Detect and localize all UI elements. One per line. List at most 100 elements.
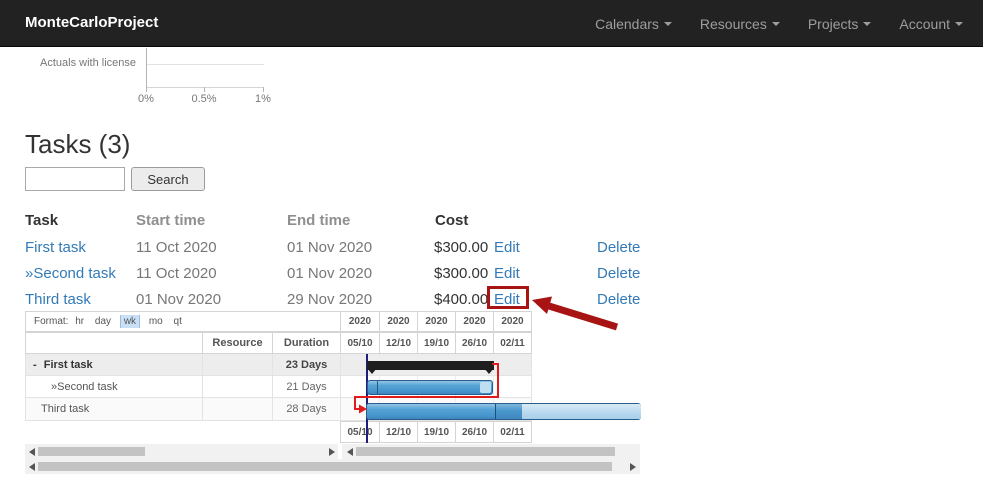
format-option-qt[interactable]: qt xyxy=(174,316,182,327)
scroll-left-icon[interactable] xyxy=(347,448,353,456)
start-time-value: 11 Oct 2020 xyxy=(136,265,217,282)
task-link[interactable]: First task xyxy=(25,238,86,257)
chart-tick xyxy=(263,87,264,92)
page-title: Tasks (3) xyxy=(25,129,131,159)
gantt-resource-cell xyxy=(202,354,272,376)
scrollbar-track-chart-pane[interactable] xyxy=(342,444,640,459)
gantt-resource-column-header: Resource xyxy=(202,332,272,354)
format-option-hr[interactable]: hr xyxy=(75,316,84,327)
task-link[interactable]: Third task xyxy=(25,290,91,309)
end-time-value: 01 Nov 2020 xyxy=(287,239,373,256)
caret-down-icon xyxy=(771,21,780,26)
gantt-format-bar: Format: hr day wk wk mo qt xyxy=(25,311,340,332)
task-bar-remaining-segment xyxy=(522,404,641,419)
page: MonteCarloProject Calendars Resources Pr… xyxy=(0,0,983,495)
collapse-icon[interactable]: - xyxy=(33,359,37,371)
nav-item-label: Account xyxy=(899,15,950,32)
nav-item-label: Projects xyxy=(807,15,859,32)
delete-link[interactable]: Delete xyxy=(597,264,640,283)
gantt-duration-column-header: Duration xyxy=(272,332,340,354)
scroll-right-icon[interactable] xyxy=(630,463,636,471)
col-header-task: Task xyxy=(25,212,59,229)
cost-value: $300.00 xyxy=(434,239,489,256)
gantt-duration-cell: 28 Days xyxy=(272,398,340,421)
nav-item-projects[interactable]: Projects xyxy=(794,16,886,32)
scrollbar-thumb[interactable] xyxy=(38,447,145,456)
gantt-footer-week: 19/10 xyxy=(417,421,455,443)
nav-item-resources[interactable]: Resources xyxy=(686,16,794,32)
scrollbar-thumb[interactable] xyxy=(356,447,615,456)
gantt-year-header: 2020 xyxy=(493,311,532,332)
caret-down-icon xyxy=(863,21,872,26)
col-header-start-time[interactable]: Start time xyxy=(136,211,205,230)
gantt-year-header: 2020 xyxy=(379,311,417,332)
scrollbar-track-bottom[interactable] xyxy=(25,459,640,474)
gantt-footer-week: 02/11 xyxy=(493,421,532,443)
delete-link[interactable]: Delete xyxy=(597,238,640,257)
gantt-task-name-cell: Third task xyxy=(25,398,202,421)
search-button[interactable]: Search xyxy=(131,167,205,191)
gantt-chart: Format: hr day wk wk mo qt 2020 2020 202… xyxy=(25,311,641,475)
scroll-right-icon[interactable] xyxy=(329,448,335,456)
gantt-resource-cell xyxy=(202,376,272,398)
navbar-menu: Calendars Resources Projects Account xyxy=(581,0,977,47)
end-time-value: 29 Nov 2020 xyxy=(287,291,373,308)
end-time-value: 01 Nov 2020 xyxy=(287,265,373,282)
nav-item-label: Resources xyxy=(699,15,767,32)
gantt-name-column-header xyxy=(25,332,202,354)
gantt-footer-week: 05/10 xyxy=(340,421,379,443)
col-header-end-time[interactable]: End time xyxy=(287,211,350,230)
cost-value: $400.00 xyxy=(434,291,489,308)
gantt-week-header: 26/10 xyxy=(455,332,493,354)
search-input[interactable] xyxy=(25,167,125,191)
format-option-wk[interactable]: wk xyxy=(119,315,141,328)
gantt-year-header: 2020 xyxy=(455,311,493,332)
gantt-footer-week: 26/10 xyxy=(455,421,493,443)
gantt-task-name: Third task xyxy=(41,403,90,415)
col-header-cost: Cost xyxy=(435,212,469,229)
gantt-year-header: 2020 xyxy=(417,311,455,332)
chart-category-label: Actuals with license xyxy=(40,57,136,69)
gantt-year-header: 2020 xyxy=(340,311,379,332)
navbar-brand[interactable]: MonteCarloProject xyxy=(25,14,158,31)
gantt-week-header: 12/10 xyxy=(379,332,417,354)
gantt-resource-cell xyxy=(202,398,272,421)
gantt-task-name-cell: »Second task xyxy=(25,376,202,398)
gantt-week-header: 02/11 xyxy=(493,332,532,354)
nav-item-calendars[interactable]: Calendars xyxy=(581,16,686,32)
scrollbar-track-left-pane[interactable] xyxy=(25,444,338,459)
caret-down-icon xyxy=(663,21,672,26)
gantt-task-name: First task xyxy=(43,359,93,371)
delete-link[interactable]: Delete xyxy=(597,290,640,309)
gantt-duration-cell: 23 Days xyxy=(272,354,340,376)
nav-item-label: Calendars xyxy=(595,15,659,32)
scroll-left-icon[interactable] xyxy=(29,463,35,471)
task-bar-mid-segment xyxy=(495,404,522,419)
format-option-mo[interactable]: mo xyxy=(149,316,163,327)
format-option-day[interactable]: day xyxy=(95,316,111,327)
nav-item-account[interactable]: Account xyxy=(885,16,977,32)
task-bar-third-task[interactable] xyxy=(366,403,641,420)
task-bar-progress-divider xyxy=(377,381,378,394)
caret-down-icon xyxy=(955,21,963,26)
task-link[interactable]: »Second task xyxy=(25,264,116,283)
scroll-left-icon[interactable] xyxy=(29,448,35,456)
summary-task-bar[interactable] xyxy=(367,361,494,370)
chart-tick xyxy=(204,87,205,92)
gantt-week-header: 19/10 xyxy=(417,332,455,354)
gantt-duration-cell: 21 Days xyxy=(272,376,340,398)
scrollbar-thumb[interactable] xyxy=(38,462,612,471)
gantt-footer-week: 12/10 xyxy=(379,421,417,443)
task-bar-second-task[interactable] xyxy=(367,380,493,395)
edit-link-highlighted[interactable]: Edit xyxy=(494,290,520,309)
chart-tick-label: 1% xyxy=(255,93,271,105)
task-bar-progress-divider xyxy=(495,404,496,419)
edit-link[interactable]: Edit xyxy=(494,238,520,257)
edit-link[interactable]: Edit xyxy=(494,264,520,283)
summary-bar-start-marker xyxy=(367,368,377,374)
format-label: Format: xyxy=(34,316,69,327)
task-bar-remaining-segment xyxy=(480,382,491,393)
cost-value: $300.00 xyxy=(434,265,489,282)
chart-tick-label: 0.5% xyxy=(191,93,217,105)
start-time-value: 01 Nov 2020 xyxy=(136,291,222,308)
